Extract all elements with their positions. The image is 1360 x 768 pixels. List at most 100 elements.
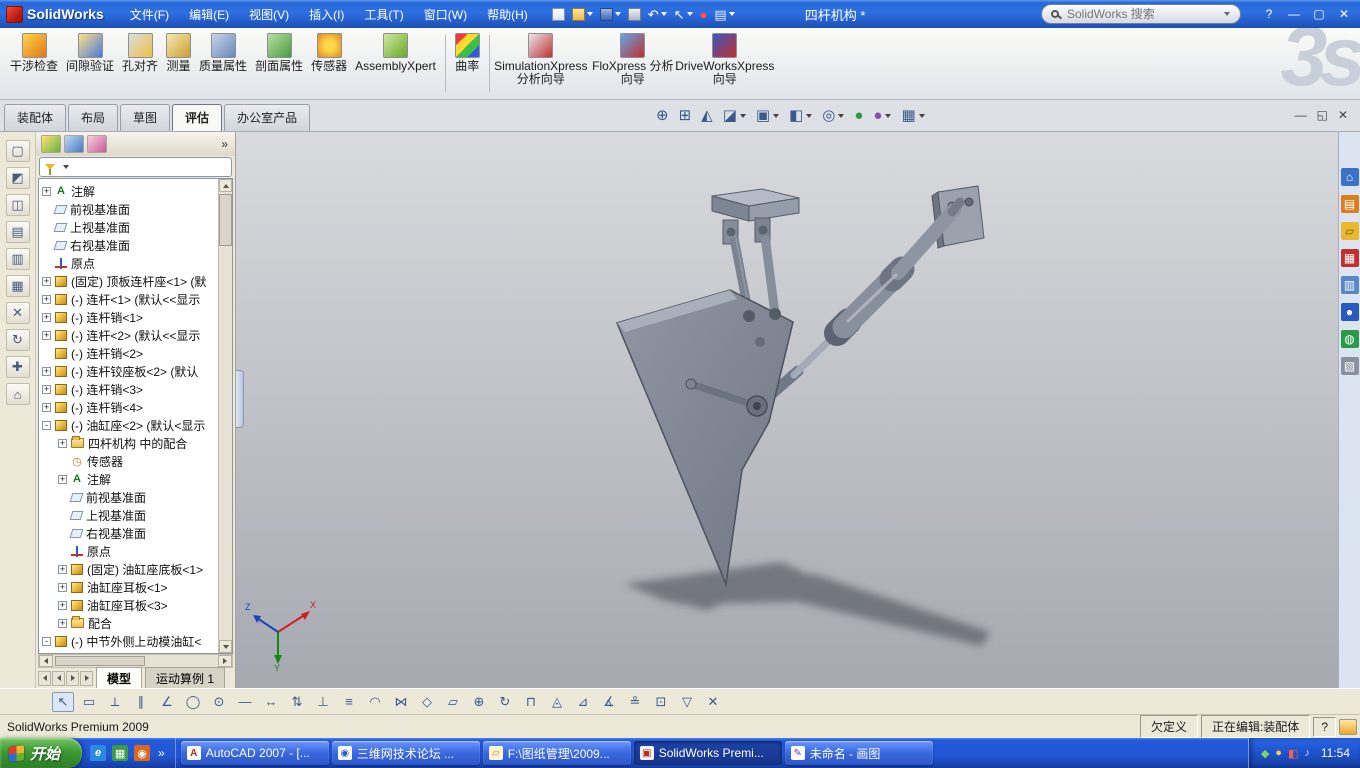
close-button[interactable]: ✕ <box>1336 7 1352 21</box>
tree-vertical-scrollbar[interactable] <box>218 179 232 653</box>
bottom-toolbar-button[interactable]: ∡ <box>598 692 620 712</box>
tray-icon[interactable]: ● <box>1275 747 1282 759</box>
file-explorer-icon[interactable]: ▱ <box>1340 222 1359 240</box>
expand-icon[interactable]: + <box>42 312 51 322</box>
tree-item[interactable]: ◷ 传感器 <box>42 452 216 470</box>
new-document-button[interactable] <box>550 4 567 24</box>
tree-item[interactable]: + (-) 连杆铰座板<2> (默认 <box>42 362 216 380</box>
tool-sensor[interactable]: 传感器 <box>307 31 351 75</box>
menu-window[interactable]: 窗口(W) <box>416 3 475 26</box>
status-help-button[interactable]: ? <box>1313 716 1336 737</box>
bottom-toolbar-button[interactable]: ◠ <box>364 692 386 712</box>
tab-model[interactable]: 模型 <box>96 666 143 690</box>
bottom-toolbar-button[interactable]: ◇ <box>416 692 438 712</box>
tree-item[interactable]: + 配合 <box>42 614 216 632</box>
zoom-to-area-button[interactable]: ⊞ <box>675 104 696 127</box>
expand-icon[interactable]: + <box>58 438 67 448</box>
tool-measure[interactable]: 测量 <box>162 31 195 75</box>
doc-minimize-button[interactable]: — <box>1295 108 1307 122</box>
bottom-toolbar-button[interactable]: ✕ <box>702 692 724 712</box>
bottom-toolbar-button[interactable]: ◯ <box>182 692 204 712</box>
scroll-right-arrow[interactable] <box>218 655 232 667</box>
hide-show-items-button[interactable]: ◎ <box>818 104 848 127</box>
bottom-toolbar-button[interactable]: ⊙ <box>208 692 230 712</box>
expand-icon[interactable]: + <box>58 618 67 628</box>
print-document-button[interactable] <box>626 4 643 24</box>
tree-item[interactable]: + (-) 连杆<1> (默认<<显示 <box>42 290 216 308</box>
save-document-button[interactable] <box>598 4 623 24</box>
view-orientation-button[interactable]: ▣ <box>752 104 783 127</box>
appearances-icon[interactable]: ● <box>1340 303 1359 321</box>
bottom-toolbar-button[interactable]: ⊥ <box>312 692 334 712</box>
display-style-button[interactable]: ◧ <box>785 104 816 127</box>
tree-item[interactable]: 前视基准面 <box>42 488 216 506</box>
tool-driveworksxpress[interactable]: DriveWorksXpress 向导 <box>675 31 774 88</box>
tool-hole-alignment[interactable]: 孔对齐 <box>118 31 162 75</box>
tab-assembly[interactable]: 装配体 <box>4 104 67 131</box>
bottom-toolbar-button[interactable]: ⇅ <box>286 692 308 712</box>
taskbar-button-explorer[interactable]: ▱ F:\图纸管理\2009... <box>482 741 631 765</box>
tree-item[interactable]: 上视基准面 <box>42 218 216 236</box>
expand-icon[interactable]: + <box>58 474 67 484</box>
filter-toolbar-button[interactable]: ◫ <box>5 194 30 216</box>
expand-icon[interactable]: - <box>42 636 51 646</box>
tray-icon[interactable]: ♪ <box>1304 747 1310 759</box>
tree-item[interactable]: (-) 连杆销<2> <box>42 344 216 362</box>
zoom-fit-button[interactable]: ⊕ <box>652 104 673 127</box>
options-button[interactable]: ▤ <box>712 4 736 24</box>
filter-toolbar-button[interactable]: ◩ <box>5 167 30 189</box>
propertymanager-tab[interactable] <box>64 135 84 153</box>
view-settings-button[interactable]: ▦ <box>897 104 928 127</box>
bottom-toolbar-button[interactable]: ≗ <box>624 692 646 712</box>
filter-toolbar-button[interactable]: ▥ <box>5 248 30 270</box>
filter-toolbar-button[interactable]: ▦ <box>5 275 30 297</box>
tab-motion-study[interactable]: 运动算例 1 <box>145 666 226 690</box>
menu-help[interactable]: 帮助(H) <box>479 3 536 26</box>
tree-item[interactable]: 右视基准面 <box>42 236 216 254</box>
section-view-button[interactable]: ◪ <box>719 104 750 127</box>
scroll-up-arrow[interactable] <box>219 179 232 192</box>
tab-layout[interactable]: 布局 <box>68 104 119 131</box>
scroll-left-arrow[interactable] <box>39 655 53 667</box>
expand-icon[interactable]: + <box>58 582 67 592</box>
filter-toolbar-button[interactable]: ↻ <box>5 329 30 351</box>
panel-overflow-button[interactable]: » <box>221 137 230 151</box>
tree-item[interactable]: - (-) 中节外侧上动模油缸< <box>42 632 216 650</box>
magnified-selection-button[interactable]: ◭ <box>697 104 717 127</box>
doc-restore-button[interactable]: ◱ <box>1317 108 1328 122</box>
tab-scroll-left[interactable] <box>52 670 65 686</box>
tool-floxpress[interactable]: FloXpress 分析向导 <box>587 31 679 88</box>
bottom-toolbar-button[interactable]: ⊓ <box>520 692 542 712</box>
tree-item[interactable]: 右视基准面 <box>42 524 216 542</box>
scenes-icon[interactable]: ◍ <box>1340 330 1359 348</box>
bottom-toolbar-button[interactable]: ⊡ <box>650 692 672 712</box>
taskbar-button-autocad[interactable]: A AutoCAD 2007 - [... <box>180 741 329 765</box>
bottom-toolbar-button[interactable]: ↖ <box>52 691 74 712</box>
apply-scene-button[interactable]: ● <box>869 104 895 127</box>
tray-icon[interactable]: ◧ <box>1288 747 1298 760</box>
bottom-toolbar-button[interactable]: ∠ <box>156 692 178 712</box>
doc-close-button[interactable]: ✕ <box>1338 108 1348 122</box>
open-document-button[interactable] <box>570 4 595 24</box>
model-3d[interactable] <box>236 132 1338 688</box>
expand-icon[interactable]: + <box>42 330 51 340</box>
bottom-toolbar-button[interactable]: — <box>234 692 256 712</box>
design-library-icon[interactable]: ▤ <box>1340 195 1359 213</box>
undo-button[interactable]: ↶ <box>646 4 669 24</box>
featuremanager-tab[interactable] <box>41 135 61 153</box>
expand-icon[interactable]: + <box>42 186 51 196</box>
expand-icon[interactable]: + <box>58 600 67 610</box>
tool-simulationxpress[interactable]: SimulationXpress 分析向导 <box>494 31 587 88</box>
expand-icon[interactable]: + <box>42 366 51 376</box>
taskbar-button-browser[interactable]: ◉ 三维网技术论坛 ... <box>331 741 480 765</box>
expand-icon[interactable]: + <box>42 402 51 412</box>
tree-item[interactable]: + 油缸座耳板<1> <box>42 578 216 596</box>
filter-toolbar-button[interactable]: ⌂ <box>5 383 30 405</box>
bottom-toolbar-button[interactable]: ↔ <box>260 692 282 712</box>
tab-office-products[interactable]: 办公室产品 <box>224 104 311 131</box>
tree-item[interactable]: + (-) 连杆销<1> <box>42 308 216 326</box>
quick-launch-ie-icon[interactable]: e <box>90 745 107 761</box>
select-button[interactable]: ↖ <box>672 4 695 24</box>
expand-icon[interactable]: + <box>42 276 51 286</box>
expand-icon[interactable]: + <box>42 384 51 394</box>
